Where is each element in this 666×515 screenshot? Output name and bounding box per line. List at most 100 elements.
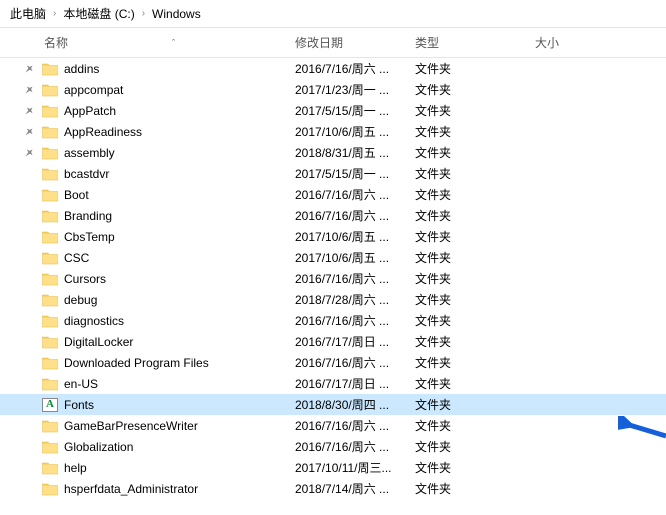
fonts-icon: A	[40, 398, 60, 412]
file-name: Fonts	[60, 398, 295, 412]
file-date: 2016/7/16/周六 ...	[295, 186, 415, 203]
file-name: Cursors	[60, 272, 295, 286]
file-type: 文件夹	[415, 291, 535, 308]
file-date: 2016/7/16/周六 ...	[295, 60, 415, 77]
folder-icon	[40, 251, 60, 265]
file-row[interactable]: diagnostics2016/7/16/周六 ...文件夹	[0, 310, 666, 331]
file-row[interactable]: addins2016/7/16/周六 ...文件夹	[0, 58, 666, 79]
file-date: 2017/10/6/周五 ...	[295, 123, 415, 140]
file-row[interactable]: Downloaded Program Files2016/7/16/周六 ...…	[0, 352, 666, 373]
file-name: Globalization	[60, 440, 295, 454]
file-date: 2017/10/11/周三...	[295, 459, 415, 476]
file-row[interactable]: DigitalLocker2016/7/17/周日 ...文件夹	[0, 331, 666, 352]
file-row[interactable]: hsperfdata_Administrator2018/7/14/周六 ...…	[0, 478, 666, 499]
file-name: hsperfdata_Administrator	[60, 482, 295, 496]
file-date: 2016/7/16/周六 ...	[295, 270, 415, 287]
folder-icon	[40, 230, 60, 244]
file-type: 文件夹	[415, 144, 535, 161]
file-type: 文件夹	[415, 123, 535, 140]
file-type: 文件夹	[415, 396, 535, 413]
file-row[interactable]: Cursors2016/7/16/周六 ...文件夹	[0, 268, 666, 289]
file-row[interactable]: Boot2016/7/16/周六 ...文件夹	[0, 184, 666, 205]
folder-icon	[40, 167, 60, 181]
file-row[interactable]: help2017/10/11/周三...文件夹	[0, 457, 666, 478]
pin-icon	[18, 85, 40, 95]
file-row[interactable]: CSC2017/10/6/周五 ...文件夹	[0, 247, 666, 268]
pin-icon	[18, 64, 40, 74]
file-name: CSC	[60, 251, 295, 265]
breadcrumb[interactable]: 此电脑 › 本地磁盘 (C:) › Windows	[0, 0, 666, 28]
file-type: 文件夹	[415, 81, 535, 98]
folder-icon	[40, 83, 60, 97]
file-name: assembly	[60, 146, 295, 160]
folder-icon	[40, 419, 60, 433]
folder-icon	[40, 104, 60, 118]
column-header-date[interactable]: 修改日期	[295, 34, 415, 51]
file-name: debug	[60, 293, 295, 307]
file-name: bcastdvr	[60, 167, 295, 181]
file-date: 2016/7/16/周六 ...	[295, 417, 415, 434]
file-row[interactable]: appcompat2017/1/23/周一 ...文件夹	[0, 79, 666, 100]
file-type: 文件夹	[415, 60, 535, 77]
file-date: 2016/7/16/周六 ...	[295, 207, 415, 224]
sort-asc-icon: ˆ	[172, 38, 175, 48]
breadcrumb-seg-folder[interactable]: Windows	[152, 7, 201, 21]
file-date: 2016/7/16/周六 ...	[295, 438, 415, 455]
file-date: 2016/7/17/周日 ...	[295, 375, 415, 392]
file-date: 2016/7/16/周六 ...	[295, 354, 415, 371]
folder-icon	[40, 440, 60, 454]
file-type: 文件夹	[415, 480, 535, 497]
breadcrumb-seg-pc[interactable]: 此电脑	[10, 5, 46, 22]
breadcrumb-seg-drive[interactable]: 本地磁盘 (C:)	[63, 5, 134, 22]
file-date: 2018/8/30/周四 ...	[295, 396, 415, 413]
folder-icon	[40, 125, 60, 139]
file-name: help	[60, 461, 295, 475]
file-row[interactable]: GameBarPresenceWriter2016/7/16/周六 ...文件夹	[0, 415, 666, 436]
file-type: 文件夹	[415, 165, 535, 182]
file-row[interactable]: Branding2016/7/16/周六 ...文件夹	[0, 205, 666, 226]
folder-icon	[40, 314, 60, 328]
file-date: 2016/7/16/周六 ...	[295, 312, 415, 329]
file-name: Branding	[60, 209, 295, 223]
file-row[interactable]: Globalization2016/7/16/周六 ...文件夹	[0, 436, 666, 457]
file-date: 2018/7/28/周六 ...	[295, 291, 415, 308]
file-type: 文件夹	[415, 438, 535, 455]
file-name: GameBarPresenceWriter	[60, 419, 295, 433]
file-date: 2017/10/6/周五 ...	[295, 249, 415, 266]
file-date: 2018/7/14/周六 ...	[295, 480, 415, 497]
column-header-name-label: 名称	[44, 34, 68, 51]
file-row[interactable]: CbsTemp2017/10/6/周五 ...文件夹	[0, 226, 666, 247]
file-type: 文件夹	[415, 186, 535, 203]
folder-icon	[40, 356, 60, 370]
column-header-name[interactable]: 名称 ˆ	[40, 34, 295, 51]
file-name: AppReadiness	[60, 125, 295, 139]
folder-icon	[40, 482, 60, 496]
file-row[interactable]: en-US2016/7/17/周日 ...文件夹	[0, 373, 666, 394]
file-row[interactable]: AFonts2018/8/30/周四 ...文件夹	[0, 394, 666, 415]
file-type: 文件夹	[415, 249, 535, 266]
chevron-right-icon[interactable]: ›	[50, 8, 59, 19]
file-row[interactable]: bcastdvr2017/5/15/周一 ...文件夹	[0, 163, 666, 184]
column-header-type[interactable]: 类型	[415, 34, 535, 51]
folder-icon	[40, 335, 60, 349]
file-type: 文件夹	[415, 459, 535, 476]
file-row[interactable]: assembly2018/8/31/周五 ...文件夹	[0, 142, 666, 163]
file-name: diagnostics	[60, 314, 295, 328]
file-type: 文件夹	[415, 207, 535, 224]
file-name: Downloaded Program Files	[60, 356, 295, 370]
pin-icon	[18, 127, 40, 137]
file-type: 文件夹	[415, 228, 535, 245]
file-type: 文件夹	[415, 312, 535, 329]
chevron-right-icon[interactable]: ›	[139, 8, 148, 19]
folder-icon	[40, 209, 60, 223]
file-row[interactable]: debug2018/7/28/周六 ...文件夹	[0, 289, 666, 310]
file-type: 文件夹	[415, 375, 535, 392]
file-row[interactable]: AppReadiness2017/10/6/周五 ...文件夹	[0, 121, 666, 142]
folder-icon	[40, 188, 60, 202]
file-date: 2016/7/17/周日 ...	[295, 333, 415, 350]
file-row[interactable]: AppPatch2017/5/15/周一 ...文件夹	[0, 100, 666, 121]
folder-icon	[40, 62, 60, 76]
file-name: en-US	[60, 377, 295, 391]
file-name: Boot	[60, 188, 295, 202]
column-header-size[interactable]: 大小	[535, 34, 615, 51]
